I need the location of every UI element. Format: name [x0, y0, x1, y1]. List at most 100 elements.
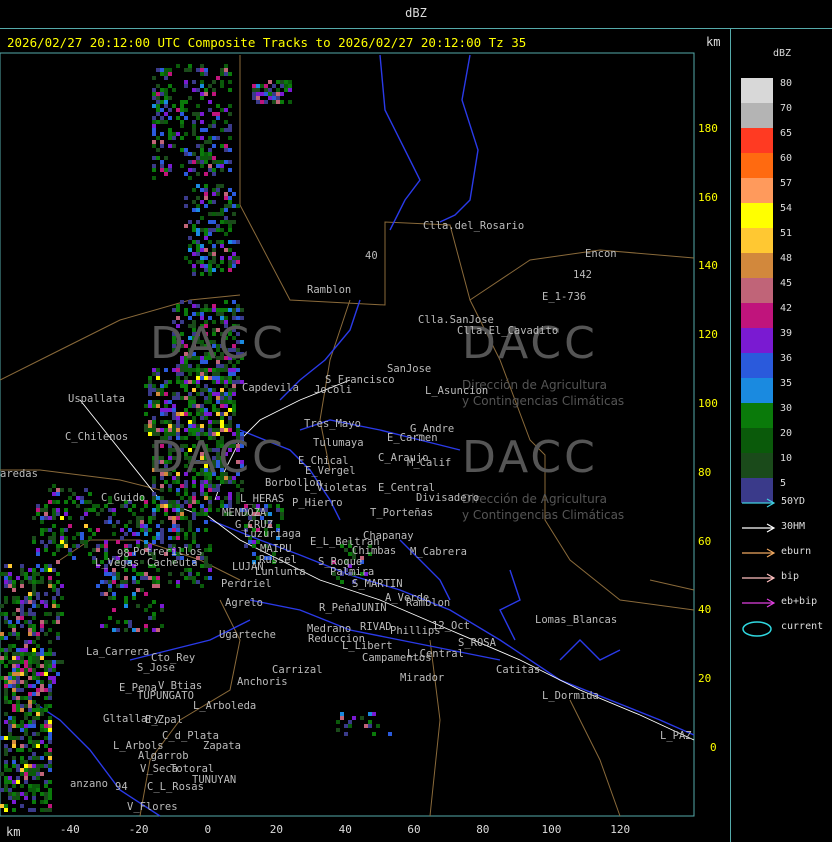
- echo-cell: [168, 96, 172, 100]
- echo-cell: [36, 692, 40, 696]
- echo-cell: [32, 756, 36, 760]
- echo-cell: [200, 160, 204, 164]
- echo-cell: [276, 508, 280, 512]
- echo-cell: [228, 224, 232, 228]
- echo-cell: [48, 756, 52, 760]
- legend-value: 57: [780, 178, 793, 189]
- echo-cell: [200, 488, 204, 492]
- echo-cell: [344, 724, 348, 728]
- echo-cell: [192, 484, 196, 488]
- echo-cell: [168, 168, 172, 172]
- echo-cell: [256, 88, 260, 92]
- place-label: Lunlunta: [255, 566, 306, 578]
- echo-cell: [72, 556, 76, 560]
- echo-cell: [104, 540, 108, 544]
- echo-cell: [44, 592, 48, 596]
- echo-cell: [192, 512, 196, 516]
- echo-cell: [40, 628, 44, 632]
- echo-cell: [48, 764, 52, 768]
- echo-cell: [44, 696, 48, 700]
- echo-cell: [16, 684, 20, 688]
- echo-cell: [224, 400, 228, 404]
- legend-swatch: [741, 328, 773, 353]
- echo-cell: [216, 224, 220, 228]
- echo-cell: [28, 772, 32, 776]
- echo-cell: [204, 256, 208, 260]
- echo-cell: [16, 704, 20, 708]
- echo-cell: [16, 576, 20, 580]
- place-label: 142: [573, 269, 592, 281]
- echo-cell: [40, 684, 44, 688]
- echo-cell: [260, 100, 264, 104]
- echo-cell: [284, 88, 288, 92]
- echo-cell: [204, 268, 208, 272]
- echo-cell: [192, 400, 196, 404]
- echo-cell: [56, 632, 60, 636]
- echo-cell: [8, 644, 12, 648]
- echo-cell: [188, 64, 192, 68]
- echo-cell: [148, 380, 152, 384]
- echo-cell: [88, 500, 92, 504]
- echo-cell: [152, 576, 156, 580]
- echo-cell: [16, 620, 20, 624]
- echo-cell: [228, 228, 232, 232]
- echo-cell: [172, 504, 176, 508]
- echo-cell: [220, 244, 224, 248]
- echo-cell: [60, 612, 64, 616]
- echo-cell: [160, 484, 164, 488]
- echo-cell: [140, 524, 144, 528]
- echo-cell: [208, 396, 212, 400]
- echo-cell: [24, 664, 28, 668]
- echo-cell: [20, 784, 24, 788]
- echo-cell: [104, 552, 108, 556]
- echo-cell: [100, 624, 104, 628]
- echo-cell: [16, 608, 20, 612]
- current-label: current: [781, 621, 824, 632]
- echo-cell: [116, 620, 120, 624]
- echo-cell: [52, 552, 56, 556]
- echo-cell: [52, 620, 56, 624]
- echo-cell: [196, 500, 200, 504]
- echo-cell: [188, 236, 192, 240]
- echo-cell: [148, 604, 152, 608]
- legend-swatch: [741, 278, 773, 303]
- echo-cell: [152, 144, 156, 148]
- echo-cell: [36, 660, 40, 664]
- echo-cell: [240, 308, 244, 312]
- echo-cell: [160, 132, 164, 136]
- echo-cell: [160, 384, 164, 388]
- echo-cell: [120, 536, 124, 540]
- echo-cell: [12, 644, 16, 648]
- echo-cell: [220, 392, 224, 396]
- echo-cell: [212, 156, 216, 160]
- echo-cell: [204, 576, 208, 580]
- echo-cell: [4, 780, 8, 784]
- echo-cell: [148, 376, 152, 380]
- echo-cell: [0, 572, 4, 576]
- y-tick-label: 40: [698, 603, 712, 617]
- echo-cell: [156, 404, 160, 408]
- echo-cell: [24, 668, 28, 672]
- echo-cell: [256, 96, 260, 100]
- echo-cell: [180, 380, 184, 384]
- echo-cell: [200, 156, 204, 160]
- legend-value: 39: [780, 328, 793, 339]
- echo-cell: [200, 84, 204, 88]
- echo-cell: [40, 708, 44, 712]
- echo-cell: [28, 568, 32, 572]
- echo-cell: [28, 676, 32, 680]
- echo-cell: [112, 572, 116, 576]
- echo-cell: [204, 152, 208, 156]
- echo-cell: [180, 528, 184, 532]
- echo-cell: [156, 148, 160, 152]
- echo-cell: [44, 568, 48, 572]
- place-label: RIVAD: [360, 621, 392, 633]
- echo-cell: [184, 408, 188, 412]
- echo-cell: [120, 504, 124, 508]
- echo-cell: [56, 500, 60, 504]
- echo-cell: [156, 120, 160, 124]
- echo-cell: [204, 188, 208, 192]
- echo-cell: [40, 580, 44, 584]
- echo-cell: [232, 312, 236, 316]
- echo-cell: [32, 768, 36, 772]
